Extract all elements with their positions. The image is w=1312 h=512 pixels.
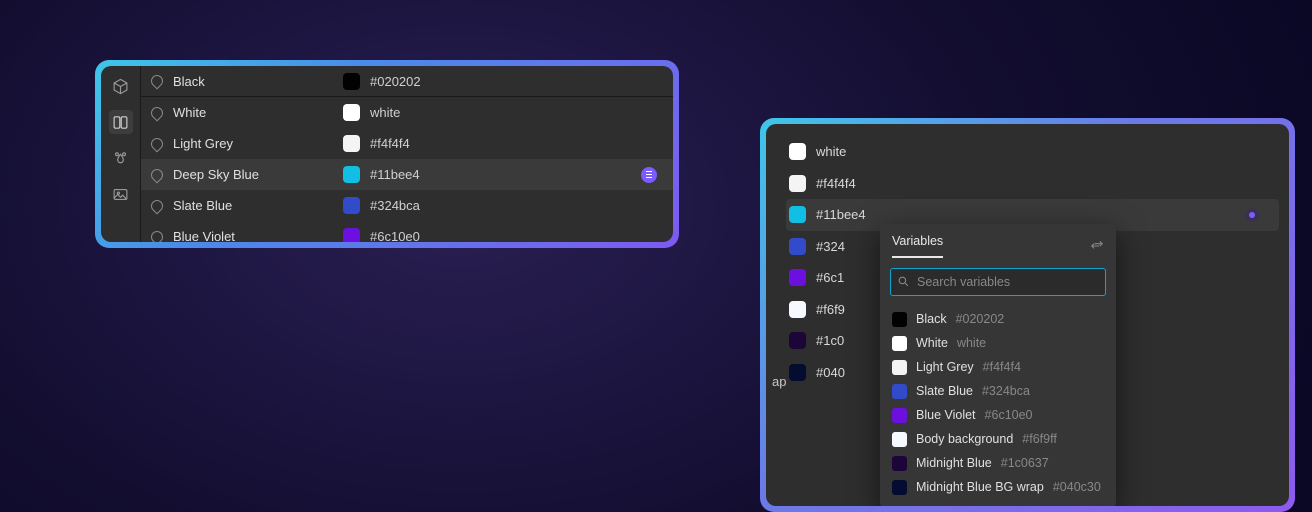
color-value: white — [816, 144, 846, 159]
variable-name: Blue Violet — [916, 408, 976, 422]
swatch — [789, 175, 806, 192]
variable-name: White — [916, 336, 948, 350]
color-name: White — [173, 105, 206, 120]
color-row[interactable]: Blue Violet #6c10e0 — [141, 221, 673, 242]
swatch — [892, 312, 907, 327]
drops-icon[interactable] — [109, 146, 133, 170]
variable-item[interactable]: Midnight Blue BG wrap #040c30 — [886, 475, 1110, 499]
search-icon — [897, 275, 910, 288]
color-value: #11bee4 — [370, 167, 420, 182]
swatch — [892, 456, 907, 471]
color-value: #020202 — [370, 74, 421, 89]
color-name: Black — [173, 74, 205, 89]
color-value: #f4f4f4 — [816, 176, 856, 191]
swatch — [789, 206, 806, 223]
color-list: Black #020202 White white Light Grey #f4… — [141, 66, 673, 242]
swatch — [343, 166, 360, 183]
color-row[interactable]: White white — [141, 97, 673, 128]
variable-item[interactable]: Black #020202 — [886, 307, 1110, 331]
swatch — [343, 104, 360, 121]
variable-value: #1c0637 — [1001, 456, 1049, 470]
variable-value: #f6f9ff — [1022, 432, 1057, 446]
variable-name: Slate Blue — [916, 384, 973, 398]
variable-value: #324bca — [982, 384, 1030, 398]
drop-icon — [149, 228, 166, 242]
variable-item[interactable]: White white — [886, 331, 1110, 355]
cube-icon[interactable] — [109, 74, 133, 98]
drop-icon — [149, 166, 166, 183]
swatch — [892, 384, 907, 399]
color-name: Slate Blue — [173, 198, 232, 213]
color-name: Deep Sky Blue — [173, 167, 259, 182]
drop-icon — [149, 104, 166, 121]
swatch — [789, 238, 806, 255]
swatch — [343, 228, 360, 242]
swatch — [789, 301, 806, 318]
variable-value: #020202 — [956, 312, 1005, 326]
variable-badge-icon[interactable] — [641, 167, 657, 183]
swatch — [343, 135, 360, 152]
image-icon[interactable] — [109, 182, 133, 206]
variable-dot-icon[interactable] — [1245, 208, 1259, 222]
swatch — [343, 73, 360, 90]
variable-value: white — [957, 336, 986, 350]
color-value: #324 — [816, 239, 845, 254]
value-row[interactable]: #f4f4f4 — [786, 168, 1279, 200]
color-name: Light Grey — [173, 136, 233, 151]
variable-name: Midnight Blue BG wrap — [916, 480, 1044, 494]
swatch — [892, 360, 907, 375]
swatch — [789, 364, 806, 381]
swatch — [892, 336, 907, 351]
sidebar-iconbar — [101, 66, 141, 242]
swatch — [892, 480, 907, 495]
color-value: #040 — [816, 365, 845, 380]
variable-item[interactable]: Body background #f6f9ff — [886, 427, 1110, 451]
variable-value: #f4f4f4 — [983, 360, 1021, 374]
popup-tabs: Variables — [892, 234, 943, 258]
variable-value: #040c30 — [1053, 480, 1101, 494]
drop-icon — [149, 197, 166, 214]
swap-icon[interactable] — [1090, 239, 1104, 253]
variable-item[interactable]: Light Grey #f4f4f4 — [886, 355, 1110, 379]
variable-name: Midnight Blue — [916, 456, 992, 470]
color-row[interactable]: Deep Sky Blue #11bee4 — [141, 159, 673, 190]
variable-value: #6c10e0 — [985, 408, 1033, 422]
variable-item[interactable]: Blue Violet #6c10e0 — [886, 403, 1110, 427]
color-value: #f4f4f4 — [370, 136, 410, 151]
value-row[interactable]: white — [786, 136, 1279, 168]
color-value: #6c1 — [816, 270, 844, 285]
drop-icon — [149, 135, 166, 152]
search-input[interactable] — [890, 268, 1106, 296]
color-values-panel: ap white #f4f4f4 #11bee4 #324 #6c1 #f6f9… — [760, 118, 1295, 512]
truncated-label: ap — [772, 374, 786, 389]
swatch — [789, 143, 806, 160]
color-value: white — [370, 105, 400, 120]
swatch — [892, 432, 907, 447]
variable-name: Body background — [916, 432, 1013, 446]
variable-name: Black — [916, 312, 947, 326]
color-variables-panel: Black #020202 White white Light Grey #f4… — [95, 60, 679, 248]
color-value: #6c10e0 — [370, 229, 420, 242]
color-value: #11bee4 — [816, 207, 866, 222]
variable-item[interactable]: Slate Blue #324bca — [886, 379, 1110, 403]
swatch — [789, 269, 806, 286]
variable-name: Light Grey — [916, 360, 974, 374]
color-row[interactable]: Light Grey #f4f4f4 — [141, 128, 673, 159]
swatch — [789, 332, 806, 349]
variable-item[interactable]: Midnight Blue #1c0637 — [886, 451, 1110, 475]
drop-icon — [149, 73, 166, 90]
swatch — [343, 197, 360, 214]
tab-variables[interactable]: Variables — [892, 234, 943, 258]
color-value: #324bca — [370, 198, 420, 213]
color-value: #1c0 — [816, 333, 844, 348]
color-row[interactable]: Slate Blue #324bca — [141, 190, 673, 221]
color-name: Blue Violet — [173, 229, 235, 242]
columns-icon[interactable] — [109, 110, 133, 134]
color-value: #f6f9 — [816, 302, 845, 317]
variables-popup: Variables Black #020202 White white Light … — [880, 224, 1116, 506]
popup-list: Black #020202 White white Light Grey #f4f4f… — [880, 306, 1116, 506]
color-row[interactable]: Black #020202 — [141, 66, 673, 97]
swatch — [892, 408, 907, 423]
